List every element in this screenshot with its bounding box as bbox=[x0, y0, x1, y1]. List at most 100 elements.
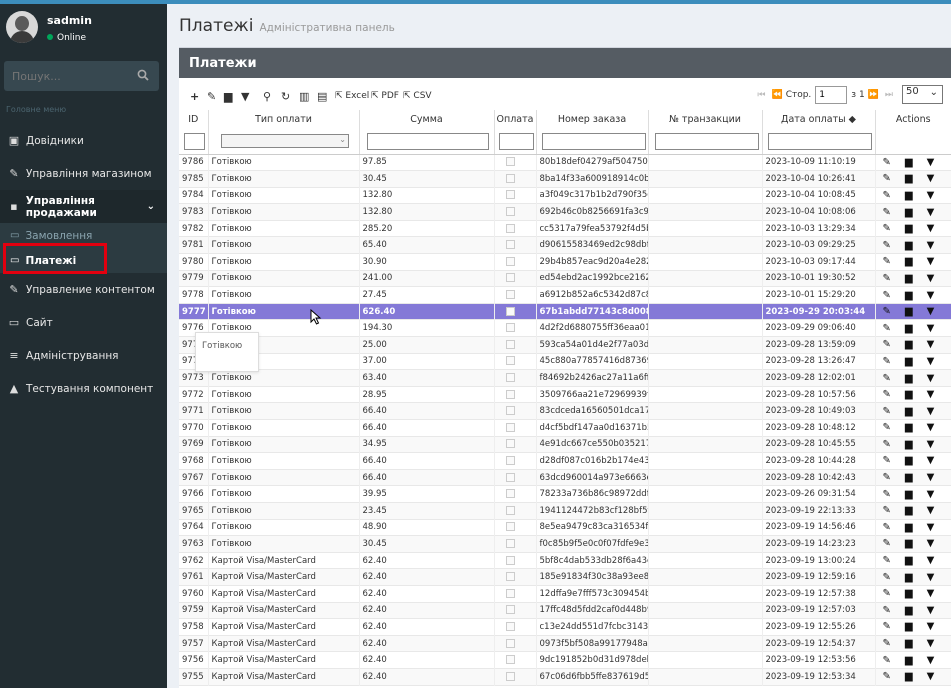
table-row[interactable]: 9762 Картой Visa/MasterCard 62.40 5bf8c4dab… bbox=[179, 552, 951, 569]
delete-icon[interactable]: ▼ bbox=[927, 157, 935, 168]
view-icon[interactable]: ▆ bbox=[905, 489, 913, 500]
table-row[interactable]: 9761 Картой Visa/MasterCard 62.40 185e91834… bbox=[179, 568, 951, 586]
edit-icon[interactable]: ✎ bbox=[883, 223, 891, 234]
paid-checkbox[interactable] bbox=[505, 638, 515, 648]
edit-icon[interactable]: ✎ bbox=[883, 173, 891, 184]
sidebar-item-site[interactable]: ▭ Сайт bbox=[0, 306, 167, 339]
table-row[interactable]: 9755 Картой Visa/MasterCard 62.40 67c06d6fb… bbox=[179, 668, 951, 685]
paid-checkbox[interactable] bbox=[505, 207, 515, 217]
paid-checkbox[interactable] bbox=[505, 306, 515, 316]
edit-icon[interactable]: ✎ bbox=[883, 489, 891, 500]
table-row[interactable]: 9774Готівкою37.0045c880a77857416d873693c… bbox=[179, 353, 951, 370]
delete-icon[interactable]: ▼ bbox=[927, 273, 935, 284]
paid-checkbox[interactable] bbox=[505, 389, 515, 399]
sidebar-item-directories[interactable]: ▣ Довідники bbox=[0, 124, 167, 157]
table-row[interactable]: 9771Готівкою66.40 83cdceda16560501dca177c… bbox=[179, 402, 951, 420]
edit-icon[interactable]: ✎ bbox=[883, 439, 891, 450]
next-page-icon[interactable]: ⏩ bbox=[868, 90, 879, 100]
prev-page-icon[interactable]: ⏪ bbox=[771, 90, 782, 100]
paid-checkbox[interactable] bbox=[505, 505, 515, 515]
edit-icon[interactable]: ✎ bbox=[883, 472, 891, 483]
paid-checkbox[interactable] bbox=[505, 240, 515, 250]
edit-icon[interactable]: ✎ bbox=[883, 555, 891, 566]
view-icon[interactable]: ▆ bbox=[905, 505, 913, 516]
delete-icon[interactable]: ▼ bbox=[927, 290, 935, 301]
view-icon[interactable]: ▆ bbox=[905, 406, 913, 417]
delete-icon[interactable]: ▼ bbox=[241, 90, 249, 103]
table-row[interactable]: 9779Готівкою241.00 ed54ebd2ac1992bce21625… bbox=[179, 270, 951, 287]
filter-id-input[interactable] bbox=[184, 132, 206, 150]
view-icon[interactable]: ▆ bbox=[905, 290, 913, 301]
sidebar-item-store-management[interactable]: ✎ Управління магазином bbox=[0, 157, 167, 190]
col-id[interactable]: ID bbox=[179, 110, 209, 129]
col-transaction[interactable]: № транзакции bbox=[648, 110, 763, 129]
paid-checkbox[interactable] bbox=[505, 373, 515, 383]
sidebar-item-component-testing[interactable]: ▲ Тестування компонент bbox=[0, 372, 167, 405]
table-row[interactable]: 9781Готівкою65.40 d90615583469ed2c98dbf98… bbox=[179, 236, 951, 254]
table-row[interactable]: 9756 Картой Visa/MasterCard 62.40 9dc191852… bbox=[179, 651, 951, 669]
paid-checkbox[interactable] bbox=[505, 671, 515, 681]
paid-checkbox[interactable] bbox=[505, 605, 515, 615]
edit-icon[interactable]: ✎ bbox=[883, 373, 891, 384]
view-icon[interactable]: ▆ bbox=[905, 621, 913, 632]
paid-checkbox[interactable] bbox=[505, 655, 515, 665]
col-sum[interactable]: Сумма bbox=[359, 110, 495, 129]
excel-export-button[interactable]: ⇱ Excel bbox=[335, 91, 369, 101]
edit-icon[interactable]: ✎ bbox=[883, 207, 891, 218]
view-icon[interactable]: ▆ bbox=[905, 373, 913, 384]
delete-icon[interactable]: ▼ bbox=[927, 240, 935, 251]
edit-icon[interactable]: ✎ bbox=[883, 638, 891, 649]
edit-icon[interactable]: ✎ bbox=[883, 389, 891, 400]
add-icon[interactable]: + bbox=[190, 90, 199, 103]
delete-icon[interactable]: ▼ bbox=[927, 323, 935, 334]
table-row[interactable]: 9783Готівкою132.80 692b46c0b8256691fa3c96… bbox=[179, 203, 951, 221]
paid-checkbox[interactable] bbox=[505, 555, 515, 565]
search-icon[interactable]: ⚲ bbox=[263, 90, 271, 103]
edit-icon[interactable]: ✎ bbox=[883, 605, 891, 616]
table-row[interactable]: 9765Готівкою23.45 1941124472b83cf128bf5f7… bbox=[179, 502, 951, 520]
refresh-icon[interactable]: ↻ bbox=[281, 90, 290, 103]
delete-icon[interactable]: ▼ bbox=[927, 306, 935, 317]
paid-checkbox[interactable] bbox=[505, 489, 515, 499]
col-order-number[interactable]: Номер заказа bbox=[536, 110, 649, 129]
table-row[interactable]: 9775Готівкою25.00593ca54a01d4e2f77a03d96… bbox=[179, 336, 951, 354]
view-icon[interactable]: ▆ bbox=[905, 190, 913, 201]
view-icon[interactable]: ▆ bbox=[905, 223, 913, 234]
paid-checkbox[interactable] bbox=[505, 621, 515, 631]
delete-icon[interactable]: ▼ bbox=[927, 406, 935, 417]
delete-icon[interactable]: ▼ bbox=[927, 439, 935, 450]
view-icon[interactable]: ▆ bbox=[905, 439, 913, 450]
view-icon[interactable]: ▆ bbox=[905, 572, 913, 583]
delete-icon[interactable]: ▼ bbox=[927, 422, 935, 433]
delete-icon[interactable]: ▼ bbox=[927, 389, 935, 400]
print-icon[interactable]: ▤ bbox=[317, 90, 327, 103]
view-icon[interactable]: ▆ bbox=[905, 207, 913, 218]
table-row[interactable]: 9757 Картой Visa/MasterCard 62.40 0973f5bf5… bbox=[179, 635, 951, 652]
edit-icon[interactable]: ✎ bbox=[883, 538, 891, 549]
paid-checkbox[interactable] bbox=[505, 538, 515, 548]
view-icon[interactable]: ▆ bbox=[905, 605, 913, 616]
edit-icon[interactable]: ✎ bbox=[883, 323, 891, 334]
edit-icon[interactable]: ✎ bbox=[883, 671, 891, 682]
view-icon[interactable]: ▆ bbox=[905, 339, 913, 350]
col-payment-date[interactable]: Дата оплаты ◆ bbox=[762, 110, 876, 129]
edit-icon[interactable]: ✎ bbox=[883, 455, 891, 466]
sidebar-item-content-management[interactable]: ✎ Управление контентом bbox=[0, 273, 167, 306]
view-icon[interactable]: ▆ bbox=[905, 422, 913, 433]
first-page-icon[interactable]: ⏮ bbox=[757, 90, 765, 100]
col-paid[interactable]: Оплата bbox=[494, 110, 537, 129]
paid-checkbox[interactable] bbox=[505, 522, 515, 532]
view-icon[interactable]: ▆ bbox=[905, 356, 913, 367]
table-row[interactable]: 9770Готівкою66.40 d4cf5bdf147aa0d16371b54… bbox=[179, 419, 951, 437]
paid-checkbox[interactable] bbox=[505, 356, 515, 366]
page-size-select[interactable]: 50 ⌄ bbox=[902, 85, 943, 104]
delete-icon[interactable]: ▼ bbox=[927, 621, 935, 632]
view-icon[interactable]: ▆ bbox=[905, 273, 913, 284]
filter-sum-input[interactable] bbox=[367, 132, 489, 150]
delete-icon[interactable]: ▼ bbox=[927, 373, 935, 384]
last-page-icon[interactable]: ⏭ bbox=[885, 90, 893, 100]
view-icon[interactable]: ▆ bbox=[905, 389, 913, 400]
edit-icon[interactable]: ✎ bbox=[883, 290, 891, 301]
view-icon[interactable]: ▆ bbox=[905, 240, 913, 251]
delete-icon[interactable]: ▼ bbox=[927, 572, 935, 583]
